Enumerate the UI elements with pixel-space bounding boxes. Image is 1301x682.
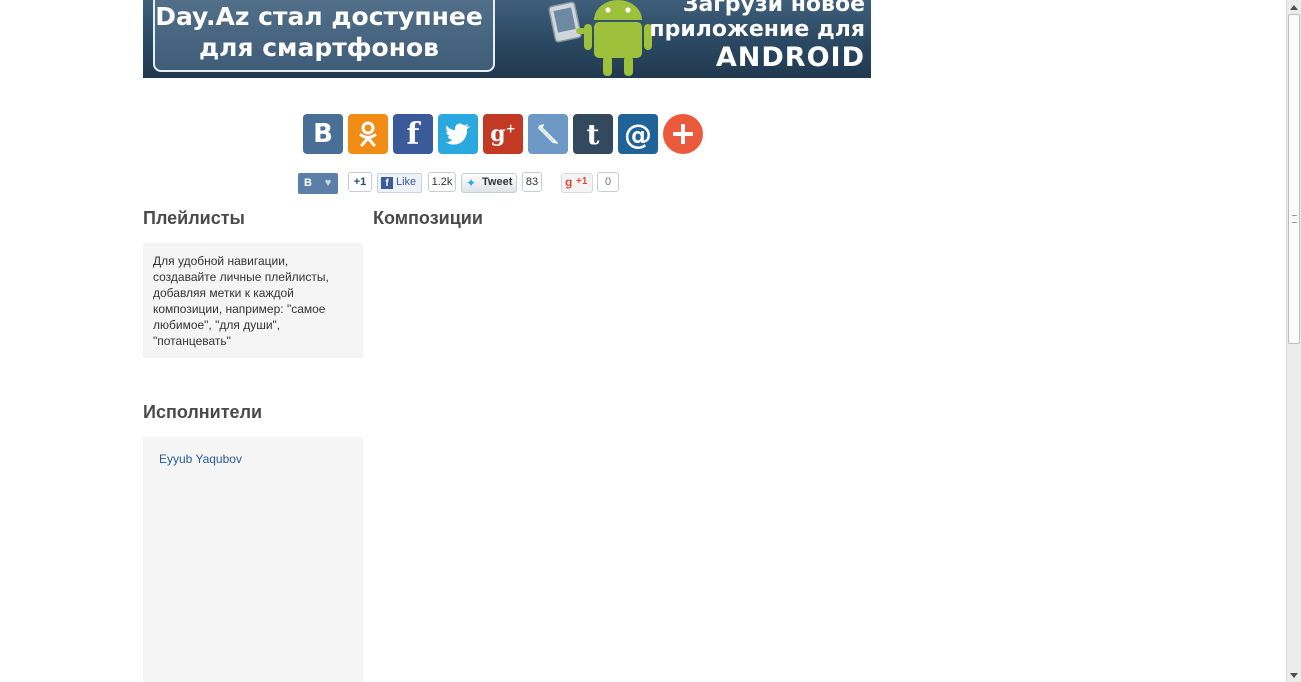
vk-like-button[interactable]: B ♥ xyxy=(298,173,338,194)
playlists-panel: Для удобной навигации, создавайте личные… xyxy=(143,243,363,358)
livejournal-share-button[interactable] xyxy=(528,114,568,154)
tweet-button[interactable]: ✦ Tweet xyxy=(461,173,517,193)
mail-share-button[interactable]: @ xyxy=(618,114,658,154)
facebook-icon: f xyxy=(406,116,420,152)
facebook-like-count: 1.2k xyxy=(428,172,456,192)
facebook-like-button[interactable]: f Like xyxy=(377,173,422,193)
android-robot-icon xyxy=(548,0,652,76)
pencil-icon xyxy=(538,123,558,144)
google-g-icon: g xyxy=(565,175,573,189)
facebook-small-icon: f xyxy=(381,177,393,189)
artists-panel: Eyyub Yaqubov xyxy=(143,437,363,682)
twitter-small-icon: ✦ xyxy=(466,176,477,190)
odnoklassniki-icon xyxy=(359,121,377,147)
android-app-banner[interactable]: Day.Az стал доступнее для смартфонов Заг… xyxy=(143,0,871,78)
googleplus-one-count: 0 xyxy=(597,172,619,192)
vertical-scrollbar[interactable] xyxy=(1286,0,1301,682)
artists-heading: Исполнители xyxy=(143,402,263,422)
banner-cta-line1: Загрузи новое xyxy=(682,0,865,17)
banner-headline-line1: Day.Az стал доступнее xyxy=(155,2,483,31)
playlists-hint-text: Для удобной навигации, создавайте личные… xyxy=(153,254,329,348)
playlists-heading: Плейлисты xyxy=(143,208,245,228)
grip-icon xyxy=(1292,215,1297,223)
twitter-bird-icon xyxy=(445,123,470,145)
vk-like-count: +1 xyxy=(348,172,372,192)
tweet-label: Tweet xyxy=(482,176,513,188)
odnoklassniki-share-button[interactable] xyxy=(348,114,388,154)
banner-headline-line2: для смартфонов xyxy=(198,33,439,62)
twitter-share-button[interactable] xyxy=(438,114,478,154)
scroll-down-arrow-icon[interactable] xyxy=(1287,668,1301,682)
artist-link[interactable]: Eyyub Yaqubov xyxy=(159,452,242,466)
banner-cta-line2: приложение для xyxy=(649,17,865,42)
vk-icon: В xyxy=(313,119,333,149)
googleplus-one-label: +1 xyxy=(576,176,588,187)
googleplus-icon: g+ xyxy=(490,121,516,147)
scroll-up-arrow-icon[interactable] xyxy=(1287,0,1301,14)
tumblr-share-button[interactable]: t xyxy=(573,114,613,154)
heart-icon: ♥ xyxy=(324,177,332,189)
plus-icon xyxy=(673,124,693,144)
scrollbar-thumb[interactable] xyxy=(1288,14,1300,344)
tweet-count: 83 xyxy=(522,172,542,192)
facebook-like-label: Like xyxy=(396,176,417,188)
more-share-button[interactable] xyxy=(663,114,703,154)
compositions-heading: Композиции xyxy=(373,208,483,228)
googleplus-share-button[interactable]: g+ xyxy=(483,114,523,154)
vk-share-button[interactable]: В xyxy=(303,114,343,154)
facebook-share-button[interactable]: f xyxy=(393,114,433,154)
banner-cta-line3: ANDROID xyxy=(715,42,865,73)
googleplus-one-button[interactable]: g +1 xyxy=(561,173,593,193)
tumblr-icon: t xyxy=(586,117,600,151)
at-sign-icon: @ xyxy=(624,117,652,151)
vk-like-label: B xyxy=(304,177,312,189)
